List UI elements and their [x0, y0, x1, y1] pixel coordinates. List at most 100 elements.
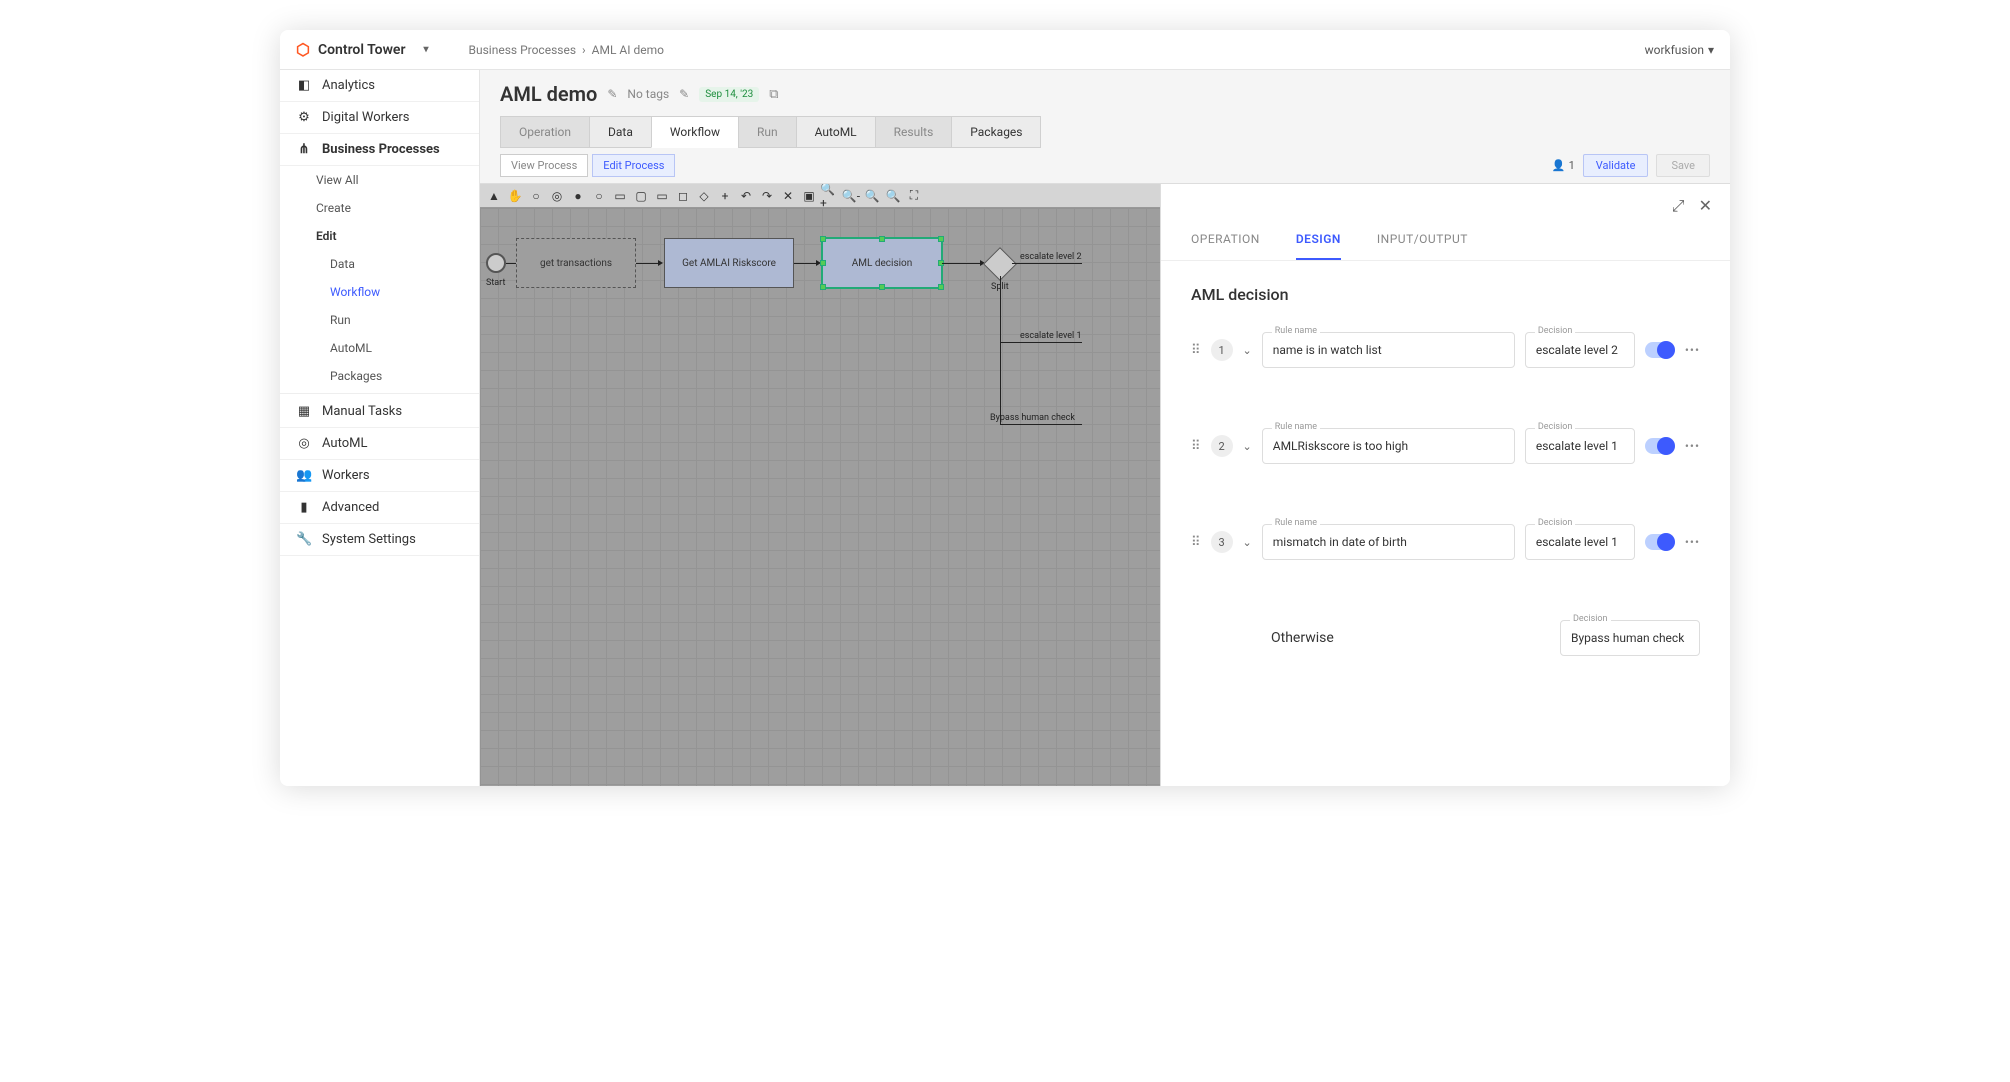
hand-tool[interactable]: ✋ [505, 186, 525, 206]
circle-fill-tool[interactable]: ● [568, 186, 588, 206]
drag-handle-icon[interactable]: ⠿ [1191, 535, 1201, 550]
sidebar-sub-edit[interactable]: Edit [280, 222, 479, 250]
decision-label: Decision [1570, 614, 1611, 624]
dashboard-icon: ◧ [296, 78, 312, 93]
sidebar-item-digital-workers[interactable]: ⚙ Digital Workers [280, 102, 479, 134]
brand-icon: ⬡ [296, 40, 310, 59]
node-aml-decision[interactable]: AML decision [822, 238, 942, 288]
rect-tool[interactable]: ▭ [610, 186, 630, 206]
sidebar: ◧ Analytics ⚙ Digital Workers ⋔ Business… [280, 70, 480, 786]
close-icon[interactable]: ✕ [1699, 196, 1712, 216]
more-icon[interactable]: ••• [1685, 343, 1700, 357]
panel-title: AML decision [1191, 285, 1700, 304]
sidebar-item-advanced[interactable]: ▮ Advanced [280, 492, 479, 524]
start-node[interactable] [486, 253, 506, 273]
sidebar-sub-view-all[interactable]: View All [280, 166, 479, 194]
zoom-out-tool[interactable]: 🔍- [841, 186, 861, 206]
tab-data[interactable]: Data [589, 116, 652, 148]
canvas[interactable]: ▲ ✋ ○ ◎ ● ○ ▭ ▢ ▭ ◻ ◇ + ↶ ↷ ✕ [480, 184, 1160, 786]
node-get-transactions[interactable]: get transactions [516, 238, 636, 288]
decision-input[interactable] [1525, 332, 1635, 368]
panel-tab-operation[interactable]: OPERATION [1191, 232, 1260, 260]
zoom-in-tool[interactable]: 🔍+ [820, 186, 840, 206]
view-process-button[interactable]: View Process [500, 154, 588, 177]
no-tags-label: No tags [627, 87, 669, 101]
delete-tool[interactable]: ✕ [778, 186, 798, 206]
sidebar-item-automl[interactable]: ◎ AutoML [280, 428, 479, 460]
decision-label: Decision [1535, 422, 1576, 432]
circle-bold-tool[interactable]: ◎ [547, 186, 567, 206]
user-menu[interactable]: workfusion ▾ [1645, 43, 1714, 57]
rule-name-input[interactable] [1262, 428, 1515, 464]
edit-title-icon[interactable]: ✎ [607, 87, 617, 101]
decision-label: Decision [1535, 518, 1576, 528]
processes-icon: ⋔ [296, 142, 312, 157]
zoom-fit-tool[interactable]: 🔍 [883, 186, 903, 206]
chevron-down-icon[interactable]: ⌄ [1243, 536, 1252, 549]
edit-process-button[interactable]: Edit Process [592, 154, 675, 177]
rule-name-input[interactable] [1262, 524, 1515, 560]
start-label: Start [486, 278, 505, 288]
rule-toggle[interactable] [1645, 534, 1675, 550]
zoom-reset-tool[interactable]: 🔍 [862, 186, 882, 206]
expand-icon[interactable]: ⤢ [1672, 196, 1685, 216]
chevron-down-icon[interactable]: ⌄ [1243, 440, 1252, 453]
more-icon[interactable]: ••• [1685, 439, 1700, 453]
breadcrumb-root[interactable]: Business Processes [469, 43, 577, 57]
rounded-rect-tool[interactable]: ▢ [631, 186, 651, 206]
user-count: 👤 1 [1552, 159, 1575, 172]
sidebar-item-system-settings[interactable]: 🔧 System Settings [280, 524, 479, 556]
diamond-tool[interactable]: ◇ [694, 186, 714, 206]
container-tool[interactable]: ◻ [673, 186, 693, 206]
sidebar-sub-data[interactable]: Data [280, 250, 479, 278]
canvas-toolbar: ▲ ✋ ○ ◎ ● ○ ▭ ▢ ▭ ◻ ◇ + ↶ ↷ ✕ [480, 184, 1160, 208]
sidebar-item-business-processes[interactable]: ⋔ Business Processes [280, 134, 479, 166]
chevron-down-icon[interactable]: ⌄ [1243, 344, 1252, 357]
brand[interactable]: ⬡ Control Tower ▾ [296, 40, 429, 59]
tab-operation[interactable]: Operation [500, 116, 590, 148]
rect2-tool[interactable]: ▭ [652, 186, 672, 206]
drag-handle-icon[interactable]: ⠿ [1191, 439, 1201, 454]
link-icon[interactable]: ⧉ [769, 87, 778, 102]
otherwise-decision-input[interactable] [1560, 620, 1700, 656]
undo-tool[interactable]: ↶ [736, 186, 756, 206]
decision-input[interactable] [1525, 428, 1635, 464]
validate-button[interactable]: Validate [1583, 154, 1649, 177]
decision-input[interactable] [1525, 524, 1635, 560]
hexagon-tool[interactable]: ○ [589, 186, 609, 206]
edit-tags-icon[interactable]: ✎ [679, 87, 689, 101]
add-tool[interactable]: + [715, 186, 735, 206]
edge-escalate-2: escalate level 2 [1020, 252, 1082, 262]
rule-toggle[interactable] [1645, 342, 1675, 358]
rule-row: ⠿ 3 ⌄ Rule name Decision [1191, 524, 1700, 560]
sidebar-sub-workflow[interactable]: Workflow [280, 278, 479, 306]
advanced-icon: ▮ [296, 500, 312, 515]
tab-run[interactable]: Run [738, 116, 797, 148]
sidebar-item-analytics[interactable]: ◧ Analytics [280, 70, 479, 102]
drag-handle-icon[interactable]: ⠿ [1191, 343, 1201, 358]
workers-icon: ⚙ [296, 110, 312, 125]
tab-packages[interactable]: Packages [951, 116, 1041, 148]
panel-tab-io[interactable]: INPUT/OUTPUT [1377, 232, 1468, 260]
sidebar-sub-run[interactable]: Run [280, 306, 479, 334]
more-icon[interactable]: ••• [1685, 535, 1700, 549]
panel-tab-design[interactable]: DESIGN [1296, 232, 1341, 260]
rule-name-input[interactable] [1262, 332, 1515, 368]
redo-tool[interactable]: ↷ [757, 186, 777, 206]
fullscreen-tool[interactable]: ⛶ [904, 186, 924, 206]
tab-automl[interactable]: AutoML [796, 116, 876, 148]
sidebar-sub-automl[interactable]: AutoML [280, 334, 479, 362]
sidebar-item-workers[interactable]: 👥 Workers [280, 460, 479, 492]
chevron-down-icon: ▾ [423, 44, 428, 55]
sidebar-sub-create[interactable]: Create [280, 194, 479, 222]
sidebar-sub-packages[interactable]: Packages [280, 362, 479, 394]
rule-toggle[interactable] [1645, 438, 1675, 454]
circle-tool[interactable]: ○ [526, 186, 546, 206]
tasks-icon: ▦ [296, 404, 312, 419]
sidebar-item-manual-tasks[interactable]: ▦ Manual Tasks [280, 396, 479, 428]
tab-results[interactable]: Results [875, 116, 953, 148]
node-get-riskscore[interactable]: Get AMLAI Riskscore [664, 238, 794, 288]
fit-tool[interactable]: ▣ [799, 186, 819, 206]
tab-workflow[interactable]: Workflow [651, 116, 739, 148]
pointer-tool[interactable]: ▲ [484, 186, 504, 206]
